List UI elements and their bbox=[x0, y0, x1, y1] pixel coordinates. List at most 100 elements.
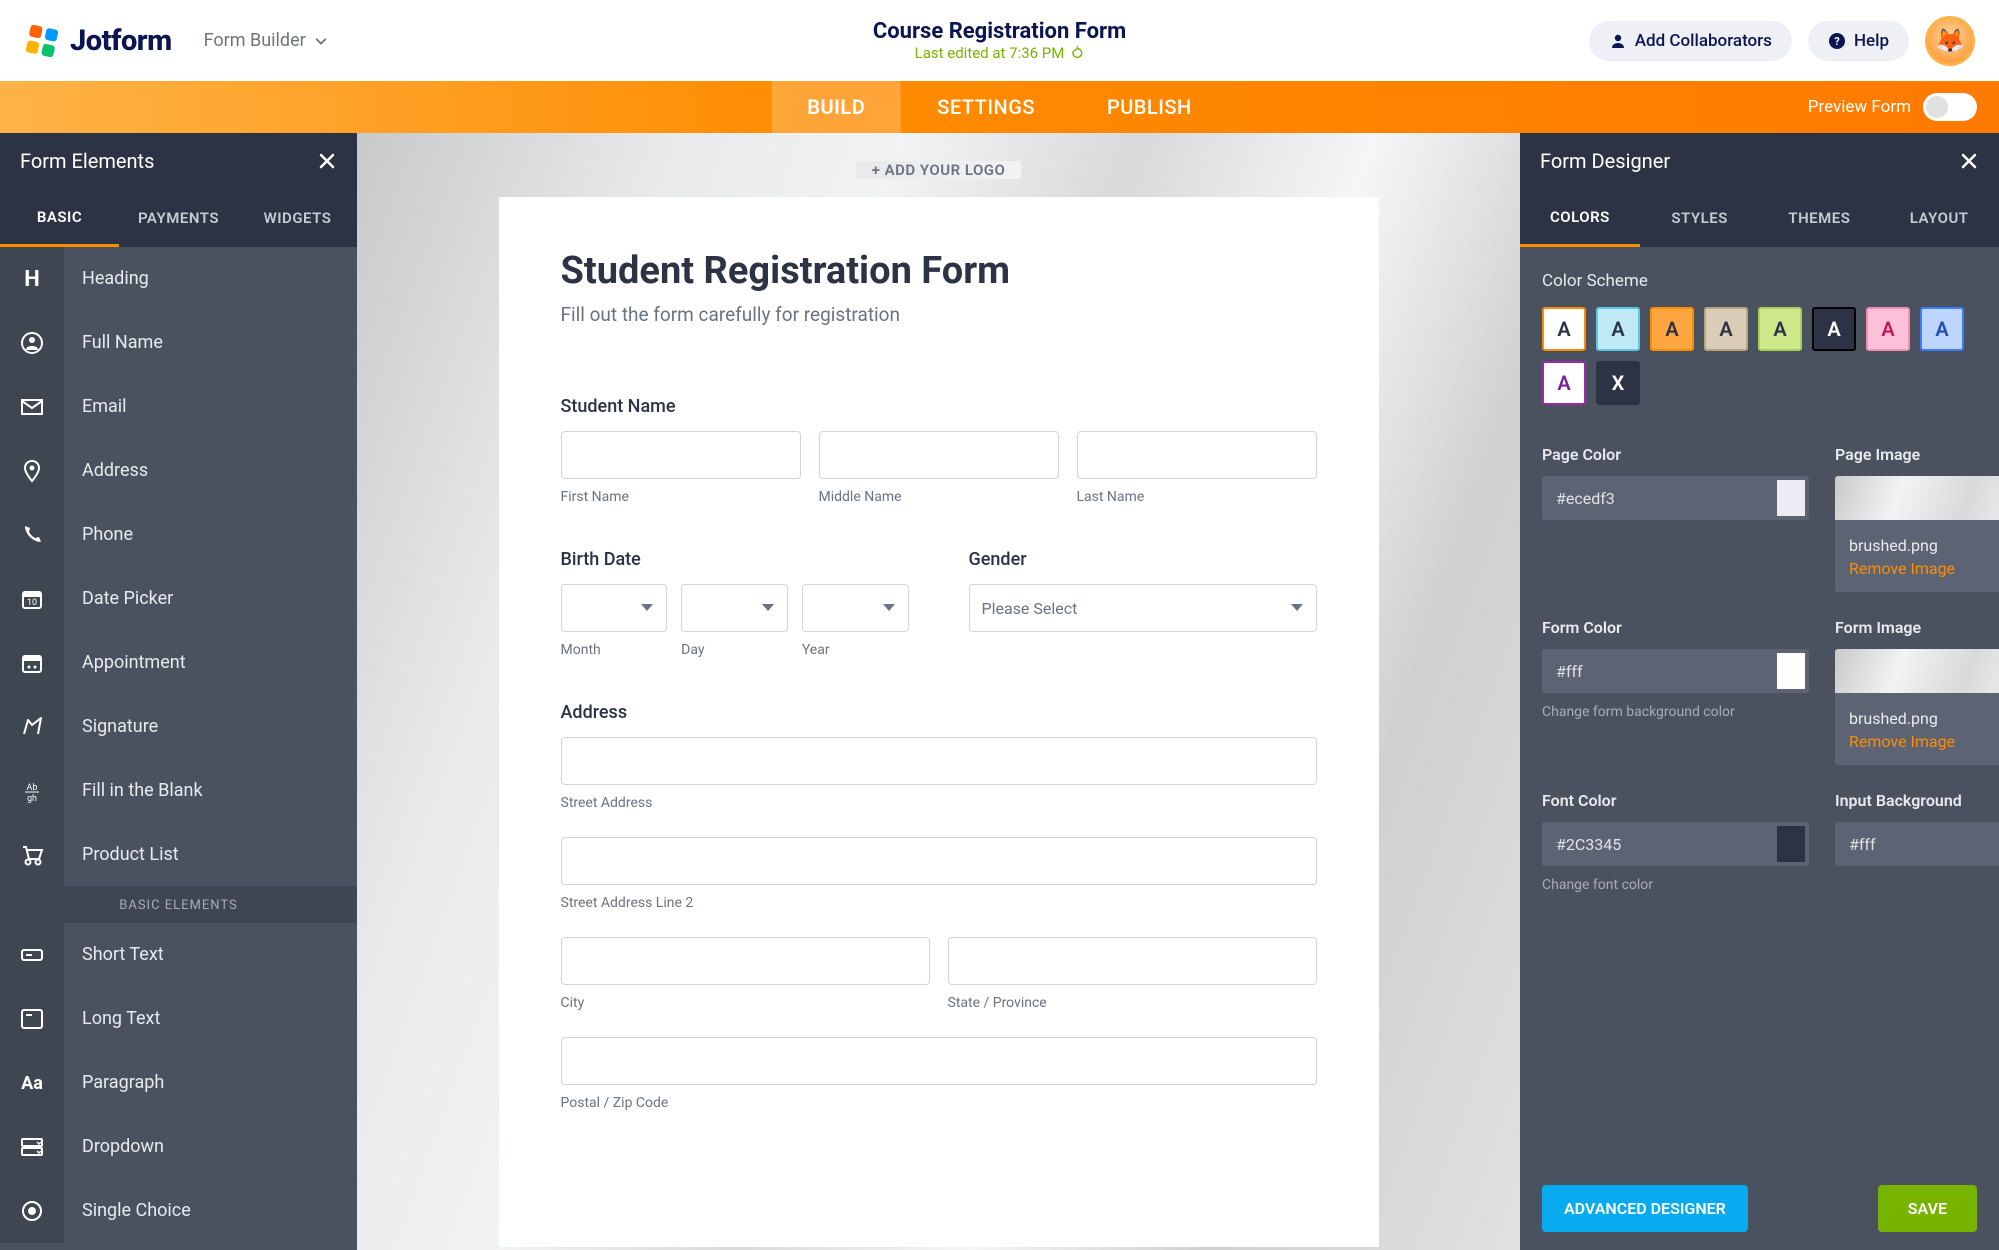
form-subheading[interactable]: Fill out the form carefully for registra… bbox=[561, 303, 1317, 326]
builder-dropdown[interactable]: Form Builder bbox=[204, 30, 328, 51]
field-birth-date[interactable]: Birth Date Month Day Year bbox=[561, 549, 909, 658]
add-collaborators-button[interactable]: Add Collaborators bbox=[1589, 21, 1792, 61]
header-right: Add Collaborators ? Help 🦊 bbox=[1589, 16, 1975, 66]
form-heading[interactable]: Student Registration Form bbox=[561, 249, 1317, 293]
input-last-name[interactable] bbox=[1077, 431, 1317, 479]
preview-toggle[interactable]: Preview Form bbox=[1808, 93, 1977, 121]
logo-icon bbox=[24, 23, 60, 59]
element-heading[interactable]: HHeading bbox=[0, 247, 357, 311]
label-gender: Gender bbox=[969, 549, 1317, 570]
element-single-choice[interactable]: Single Choice bbox=[0, 1179, 357, 1243]
sublabel-middle-name: Middle Name bbox=[819, 489, 1059, 505]
remove-form-image[interactable]: Remove Image bbox=[1835, 732, 1999, 751]
avatar[interactable]: 🦊 bbox=[1925, 16, 1975, 66]
element-short-text[interactable]: Short Text bbox=[0, 923, 357, 987]
form-image-box[interactable]: brushed.png Remove Image bbox=[1835, 649, 1999, 765]
chevron-down-icon bbox=[314, 34, 328, 48]
element-product-list[interactable]: Product List bbox=[0, 823, 357, 887]
toggle-switch[interactable] bbox=[1923, 93, 1977, 121]
input-street2[interactable] bbox=[561, 837, 1317, 885]
color-swatch-9[interactable]: X bbox=[1596, 361, 1640, 405]
color-swatch-7[interactable]: A bbox=[1920, 307, 1964, 351]
color-swatch-2[interactable]: A bbox=[1650, 307, 1694, 351]
input-street[interactable] bbox=[561, 737, 1317, 785]
page-image-box[interactable]: brushed.png Remove Image bbox=[1835, 476, 1999, 592]
tab-themes[interactable]: THEMES bbox=[1760, 189, 1880, 247]
remove-page-image[interactable]: Remove Image bbox=[1835, 559, 1999, 578]
builder-label: Form Builder bbox=[204, 30, 306, 51]
input-postal[interactable] bbox=[561, 1037, 1317, 1085]
help-button[interactable]: ? Help bbox=[1808, 21, 1909, 61]
chip-page-color[interactable] bbox=[1773, 476, 1809, 520]
section-basic-elements: BASIC ELEMENTS bbox=[0, 887, 357, 923]
element-signature[interactable]: Signature bbox=[0, 695, 357, 759]
element-address[interactable]: Address bbox=[0, 439, 357, 503]
svg-text:10: 10 bbox=[27, 598, 37, 608]
color-swatch-6[interactable]: A bbox=[1866, 307, 1910, 351]
element-icon bbox=[0, 503, 64, 567]
last-edited: Last edited at 7:36 PM bbox=[873, 44, 1126, 62]
page-image-preview bbox=[1835, 476, 1999, 520]
close-icon[interactable] bbox=[1959, 151, 1979, 171]
input-page-color[interactable] bbox=[1542, 476, 1773, 520]
input-first-name[interactable] bbox=[561, 431, 801, 479]
input-state[interactable] bbox=[948, 937, 1317, 985]
element-email[interactable]: Email bbox=[0, 375, 357, 439]
input-font-color[interactable] bbox=[1542, 822, 1773, 866]
color-swatch-4[interactable]: A bbox=[1758, 307, 1802, 351]
chip-font-color[interactable] bbox=[1773, 822, 1809, 866]
svg-text:gh: gh bbox=[27, 794, 37, 804]
tab-basic[interactable]: BASIC bbox=[0, 189, 119, 247]
element-icon: 10 bbox=[0, 567, 64, 631]
prop-page-image: Page Image brushed.png Remove Image bbox=[1835, 445, 1999, 592]
input-input-bg[interactable] bbox=[1835, 822, 1999, 866]
tab-publish[interactable]: PUBLISH bbox=[1071, 81, 1228, 133]
select-month[interactable] bbox=[561, 584, 668, 632]
designer-footer: ADVANCED DESIGNER SAVE bbox=[1520, 1167, 1999, 1250]
element-icon bbox=[0, 1179, 64, 1243]
element-phone[interactable]: Phone bbox=[0, 503, 357, 567]
element-long-text[interactable]: Long Text bbox=[0, 987, 357, 1051]
select-day[interactable] bbox=[681, 584, 788, 632]
chip-form-color[interactable] bbox=[1773, 649, 1809, 693]
element-date-picker[interactable]: 10Date Picker bbox=[0, 567, 357, 631]
tab-settings[interactable]: SETTINGS bbox=[901, 81, 1071, 133]
select-year[interactable] bbox=[802, 584, 909, 632]
field-student-name[interactable]: Student Name First Name Middle Name Last… bbox=[561, 396, 1317, 505]
color-swatch-3[interactable]: A bbox=[1704, 307, 1748, 351]
sublabel-first-name: First Name bbox=[561, 489, 801, 505]
tab-widgets[interactable]: WIDGETS bbox=[238, 189, 357, 247]
element-icon bbox=[0, 311, 64, 375]
tab-build[interactable]: BUILD bbox=[771, 81, 901, 133]
form-title[interactable]: Course Registration Form bbox=[873, 19, 1126, 44]
color-swatch-1[interactable]: A bbox=[1596, 307, 1640, 351]
element-fill-in-the-blank[interactable]: AbghFill in the Blank bbox=[0, 759, 357, 823]
revision-icon[interactable] bbox=[1070, 46, 1084, 60]
tab-styles[interactable]: STYLES bbox=[1640, 189, 1760, 247]
element-full-name[interactable]: Full Name bbox=[0, 311, 357, 375]
input-form-color[interactable] bbox=[1542, 649, 1773, 693]
element-appointment[interactable]: Appointment bbox=[0, 631, 357, 695]
input-city[interactable] bbox=[561, 937, 930, 985]
advanced-designer-button[interactable]: ADVANCED DESIGNER bbox=[1542, 1185, 1748, 1232]
tab-colors[interactable]: COLORS bbox=[1520, 189, 1640, 247]
field-address[interactable]: Address Street Address Street Address Li… bbox=[561, 702, 1317, 1111]
color-swatch-0[interactable]: A bbox=[1542, 307, 1586, 351]
save-button[interactable]: SAVE bbox=[1878, 1185, 1977, 1232]
tab-layout[interactable]: LAYOUT bbox=[1879, 189, 1999, 247]
color-swatch-8[interactable]: A bbox=[1542, 361, 1586, 405]
tab-payments[interactable]: PAYMENTS bbox=[119, 189, 238, 247]
form-canvas[interactable]: + ADD YOUR LOGO Student Registration For… bbox=[357, 133, 1520, 1250]
input-middle-name[interactable] bbox=[819, 431, 1059, 479]
color-swatch-5[interactable]: A bbox=[1812, 307, 1856, 351]
select-gender[interactable]: Please Select bbox=[969, 584, 1317, 632]
sublabel-month: Month bbox=[561, 642, 668, 658]
element-label: Signature bbox=[64, 716, 158, 737]
logo[interactable]: Jotform bbox=[24, 23, 172, 59]
element-dropdown[interactable]: Dropdown bbox=[0, 1115, 357, 1179]
close-icon[interactable] bbox=[317, 151, 337, 171]
add-logo-button[interactable]: + ADD YOUR LOGO bbox=[357, 133, 1520, 197]
field-gender[interactable]: Gender Please Select bbox=[969, 549, 1317, 658]
form-title-block: Course Registration Form Last edited at … bbox=[873, 19, 1126, 62]
element-paragraph[interactable]: AaParagraph bbox=[0, 1051, 357, 1115]
